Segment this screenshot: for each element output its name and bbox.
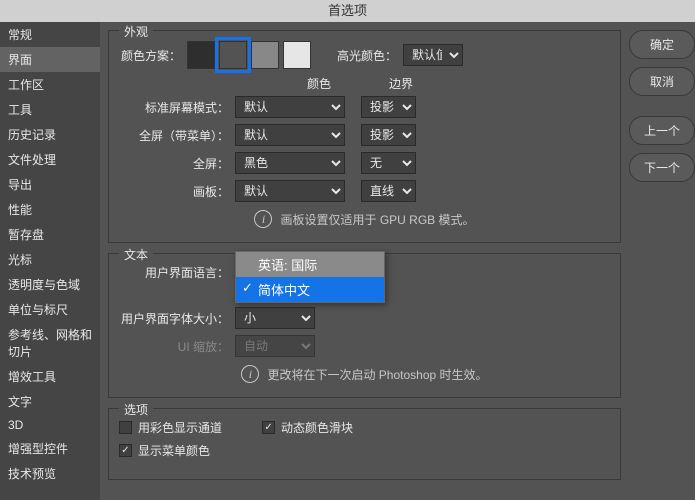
sidebar-item-11[interactable]: 单位与标尺 — [0, 297, 100, 322]
lang-label: 用户界面语言： — [119, 264, 229, 281]
sidebar-item-1[interactable]: 界面 — [0, 47, 100, 72]
sidebar-item-3[interactable]: 工具 — [0, 97, 100, 122]
sidebar-item-0[interactable]: 常规 — [0, 22, 100, 47]
scale-select: 自动 — [235, 335, 315, 357]
appearance-section: 外观 颜色方案： 高光颜色： 默认值 颜色 边界 标准屏幕模式：默认投影全屏（带… — [108, 30, 621, 243]
swatch-2[interactable] — [251, 41, 279, 69]
color-scheme-swatches — [187, 41, 311, 69]
highlight-label: 高光颜色： — [337, 47, 397, 64]
mode-label-2: 全屏： — [119, 155, 229, 172]
sidebar-item-10[interactable]: 透明度与色域 — [0, 272, 100, 297]
col-header-color: 颜色 — [119, 75, 331, 92]
sidebar-item-17[interactable]: 技术预览 — [0, 461, 100, 486]
action-buttons: 确定 取消 上一个 下一个 — [625, 22, 695, 500]
mode-border-2[interactable]: 无 — [361, 152, 416, 174]
swatch-0[interactable] — [187, 41, 215, 69]
mode-border-0[interactable]: 投影 — [361, 96, 416, 118]
sidebar-item-12[interactable]: 参考线、网格和切片 — [0, 322, 100, 364]
cb-color-channels[interactable]: 用彩色显示通道 — [119, 419, 222, 436]
options-legend: 选项 — [119, 401, 153, 418]
sidebar-item-16[interactable]: 增强型控件 — [0, 436, 100, 461]
info-icon: i — [241, 365, 259, 383]
mode-label-1: 全屏（带菜单）： — [119, 127, 229, 144]
sidebar-item-9[interactable]: 光标 — [0, 247, 100, 272]
sidebar: 常规界面工作区工具历史记录文件处理导出性能暂存盘光标透明度与色域单位与标尺参考线… — [0, 22, 100, 500]
swatch-1[interactable] — [219, 41, 247, 69]
mode-color-0[interactable]: 默认 — [235, 96, 345, 118]
prev-button[interactable]: 上一个 — [629, 116, 695, 145]
mode-color-1[interactable]: 默认 — [235, 124, 345, 146]
text-note: 更改将在下一次启动 Photoshop 时生效。 — [267, 366, 487, 383]
scale-label: UI 缩放： — [119, 338, 229, 355]
appearance-note: 画板设置仅适用于 GPU RGB 模式。 — [280, 211, 474, 228]
info-icon: i — [254, 210, 272, 228]
sidebar-item-5[interactable]: 文件处理 — [0, 147, 100, 172]
ok-button[interactable]: 确定 — [629, 30, 695, 59]
sidebar-item-14[interactable]: 文字 — [0, 389, 100, 414]
swatch-3[interactable] — [283, 41, 311, 69]
mode-border-3[interactable]: 直线 — [361, 180, 416, 202]
options-section: 选项 用彩色显示通道 动态颜色滑块 显示菜单颜色 — [108, 408, 621, 480]
next-button[interactable]: 下一个 — [629, 153, 695, 182]
mode-color-2[interactable]: 黑色 — [235, 152, 345, 174]
window-title: 首选项 — [0, 0, 695, 22]
content-panel: 外观 颜色方案： 高光颜色： 默认值 颜色 边界 标准屏幕模式：默认投影全屏（带… — [100, 22, 625, 500]
mode-label-0: 标准屏幕模式： — [119, 99, 229, 116]
mode-label-3: 画板： — [119, 183, 229, 200]
sidebar-item-6[interactable]: 导出 — [0, 172, 100, 197]
mode-color-3[interactable]: 默认 — [235, 180, 345, 202]
color-scheme-label: 颜色方案： — [119, 47, 181, 64]
lang-menu: 英语: 国际✓简体中文 — [235, 251, 385, 303]
mode-border-1[interactable]: 投影 — [361, 124, 416, 146]
sidebar-item-8[interactable]: 暂存盘 — [0, 222, 100, 247]
size-label: 用户界面字体大小： — [119, 310, 229, 327]
cb-dynamic-sliders[interactable]: 动态颜色滑块 — [262, 419, 353, 436]
lang-option-0[interactable]: 英语: 国际 — [236, 252, 384, 277]
sidebar-item-15[interactable]: 3D — [0, 414, 100, 436]
col-header-border: 边界 — [331, 75, 471, 92]
sidebar-item-2[interactable]: 工作区 — [0, 72, 100, 97]
lang-option-1[interactable]: ✓简体中文 — [236, 277, 384, 302]
sidebar-item-4[interactable]: 历史记录 — [0, 122, 100, 147]
appearance-legend: 外观 — [119, 23, 153, 40]
size-select[interactable]: 小 — [235, 307, 315, 329]
sidebar-item-7[interactable]: 性能 — [0, 197, 100, 222]
highlight-select[interactable]: 默认值 — [403, 44, 463, 66]
text-legend: 文本 — [119, 246, 153, 263]
sidebar-item-13[interactable]: 增效工具 — [0, 364, 100, 389]
cb-menu-colors[interactable]: 显示菜单颜色 — [119, 442, 210, 459]
text-section: 文本 用户界面语言： 英语: 国际✓简体中文 用户界面字体大小： 小 UI 缩放… — [108, 253, 621, 398]
cancel-button[interactable]: 取消 — [629, 67, 695, 96]
